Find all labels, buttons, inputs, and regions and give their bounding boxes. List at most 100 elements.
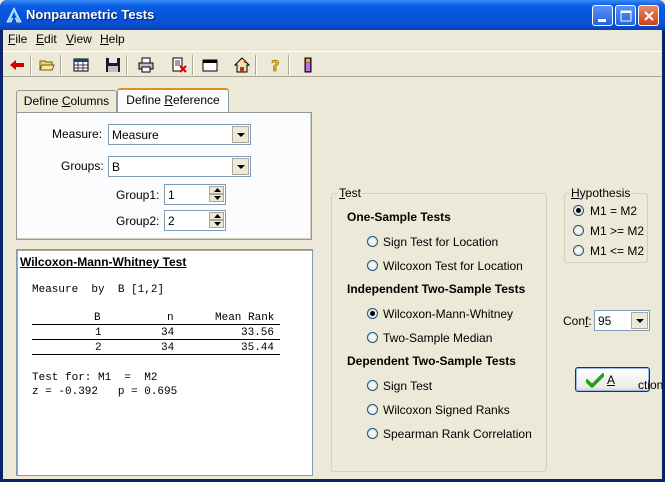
tab-define-reference-key: R	[164, 93, 173, 107]
menu-help-key: H	[100, 32, 109, 46]
arrow-down-icon	[214, 222, 221, 226]
group1-value: 1	[168, 188, 175, 202]
radio-label: Wilcoxon Test for Location	[383, 259, 523, 273]
results-panel[interactable]: Wilcoxon-Mann-Whitney Test Measure by B …	[16, 249, 313, 476]
menu-view-key: V	[66, 32, 74, 46]
group2-spin-buttons	[209, 212, 224, 229]
app-window: Nonparametric Tests File Edit View Help	[0, 0, 665, 482]
maximize-button[interactable]	[615, 5, 636, 26]
hypothesis-title-key: H	[571, 186, 580, 200]
back-button[interactable]	[6, 54, 28, 76]
conf-value: 95	[598, 314, 612, 328]
title-bar[interactable]: Nonparametric Tests	[0, 0, 665, 30]
app-logo-icon	[6, 7, 22, 23]
conf-label-pre: Con	[563, 314, 586, 328]
action-button[interactable]: Action	[575, 367, 663, 392]
radio-label: M1 <= M2	[590, 244, 645, 258]
menu-file[interactable]: File	[8, 32, 27, 46]
col-header-mean-rank: Mean Rank	[215, 312, 275, 324]
radio-button[interactable]	[367, 236, 378, 247]
window-button[interactable]	[199, 54, 221, 76]
client-area: File Edit View Help ? Define Columns Def…	[3, 30, 663, 479]
action-rest: ction	[638, 378, 664, 392]
radio-button-selected[interactable]	[367, 308, 378, 319]
tab-define-columns[interactable]: Define Columns	[16, 90, 117, 112]
radio-button[interactable]	[367, 260, 378, 271]
window-icon	[202, 59, 218, 72]
conf-label: Conf:	[563, 314, 592, 328]
toolbar-separator	[60, 55, 62, 75]
test-groupbox: Test One-Sample Tests Sign Test for Loca…	[331, 186, 547, 472]
save-button[interactable]	[102, 54, 124, 76]
action-button-label: Action	[607, 373, 663, 392]
home-button[interactable]	[231, 54, 253, 76]
radio-label: Wilcoxon Signed Ranks	[383, 403, 510, 417]
open-button[interactable]	[36, 54, 58, 76]
test-group-title-rest: est	[345, 186, 362, 200]
menu-view-label: iew	[73, 32, 92, 46]
menu-edit-key: E	[36, 32, 45, 46]
radio-label: M1 = M2	[590, 204, 638, 218]
exit-button[interactable]	[297, 54, 319, 76]
group2-up-button[interactable]	[209, 212, 224, 220]
results-title: Wilcoxon-Mann-Whitney Test	[20, 255, 187, 269]
radio-button[interactable]	[367, 404, 378, 415]
menu-bar: File Edit View Help	[3, 30, 662, 49]
groups-combo[interactable]: B	[108, 156, 251, 177]
statistics-text: z = -0.392 p = 0.695	[32, 386, 178, 398]
close-button[interactable]	[638, 5, 659, 26]
menu-view[interactable]: View	[66, 32, 92, 46]
toolbar-separator	[126, 55, 128, 75]
row2-n: 34	[161, 342, 175, 354]
data-grid-button[interactable]	[70, 54, 92, 76]
test-group-title: Test	[338, 186, 363, 200]
radio-button[interactable]	[573, 225, 584, 236]
radio-button[interactable]	[367, 380, 378, 391]
delete-button[interactable]	[168, 54, 190, 76]
independent-header: Independent Two-Sample Tests	[347, 282, 526, 296]
home-icon	[234, 57, 250, 73]
group1-down-button[interactable]	[209, 194, 224, 202]
toolbar-separator	[288, 55, 290, 75]
arrow-up-icon	[214, 188, 221, 192]
group2-spinner[interactable]: 2	[164, 210, 226, 231]
results-subtitle: Measure by B [1,2]	[32, 284, 165, 296]
row1-rank: 33.56	[241, 327, 275, 339]
print-button[interactable]	[135, 54, 157, 76]
radio-label: Spearman Rank Correlation	[383, 427, 532, 441]
minimize-button[interactable]	[592, 5, 613, 26]
minimize-icon	[598, 19, 606, 22]
groups-dropdown-button[interactable]	[232, 158, 249, 175]
measure-dropdown-button[interactable]	[232, 126, 249, 143]
radio-button[interactable]	[573, 245, 584, 256]
action-key: A	[607, 373, 616, 387]
conf-combo[interactable]: 95	[594, 310, 650, 331]
back-arrow-icon	[10, 60, 24, 70]
tab-define-columns-pre: Define	[23, 94, 62, 108]
toolbar-separator	[30, 55, 32, 75]
radio-button-selected[interactable]	[573, 205, 584, 216]
tab-define-reference[interactable]: Define Reference	[117, 88, 229, 112]
close-icon	[644, 11, 654, 21]
group2-label: Group2:	[116, 214, 160, 228]
measure-label: Measure:	[52, 127, 103, 141]
radio-button[interactable]	[367, 428, 378, 439]
radio-button[interactable]	[367, 332, 378, 343]
help-button[interactable]: ?	[264, 54, 286, 76]
conf-dropdown-button[interactable]	[631, 312, 648, 329]
menu-help[interactable]: Help	[100, 32, 125, 46]
arrow-down-icon	[214, 196, 221, 200]
group1-up-button[interactable]	[209, 186, 224, 194]
menu-edit[interactable]: Edit	[36, 32, 57, 46]
radio-label: M1 >= M2	[590, 224, 645, 238]
row2-b: 2	[95, 342, 102, 354]
group2-down-button[interactable]	[209, 220, 224, 228]
measure-combo[interactable]: Measure	[108, 124, 251, 145]
arrow-up-icon	[214, 214, 221, 218]
maximize-icon	[620, 10, 632, 22]
group1-spinner[interactable]: 1	[164, 184, 226, 205]
hypothesis-groupbox: Hypothesis M1 = M2 M1 >= M2 M1 <= M2	[564, 186, 648, 263]
test-for-text: Test for: M1 = M2	[32, 372, 158, 384]
grid-icon	[73, 58, 89, 72]
toolbar: ?	[3, 51, 662, 77]
